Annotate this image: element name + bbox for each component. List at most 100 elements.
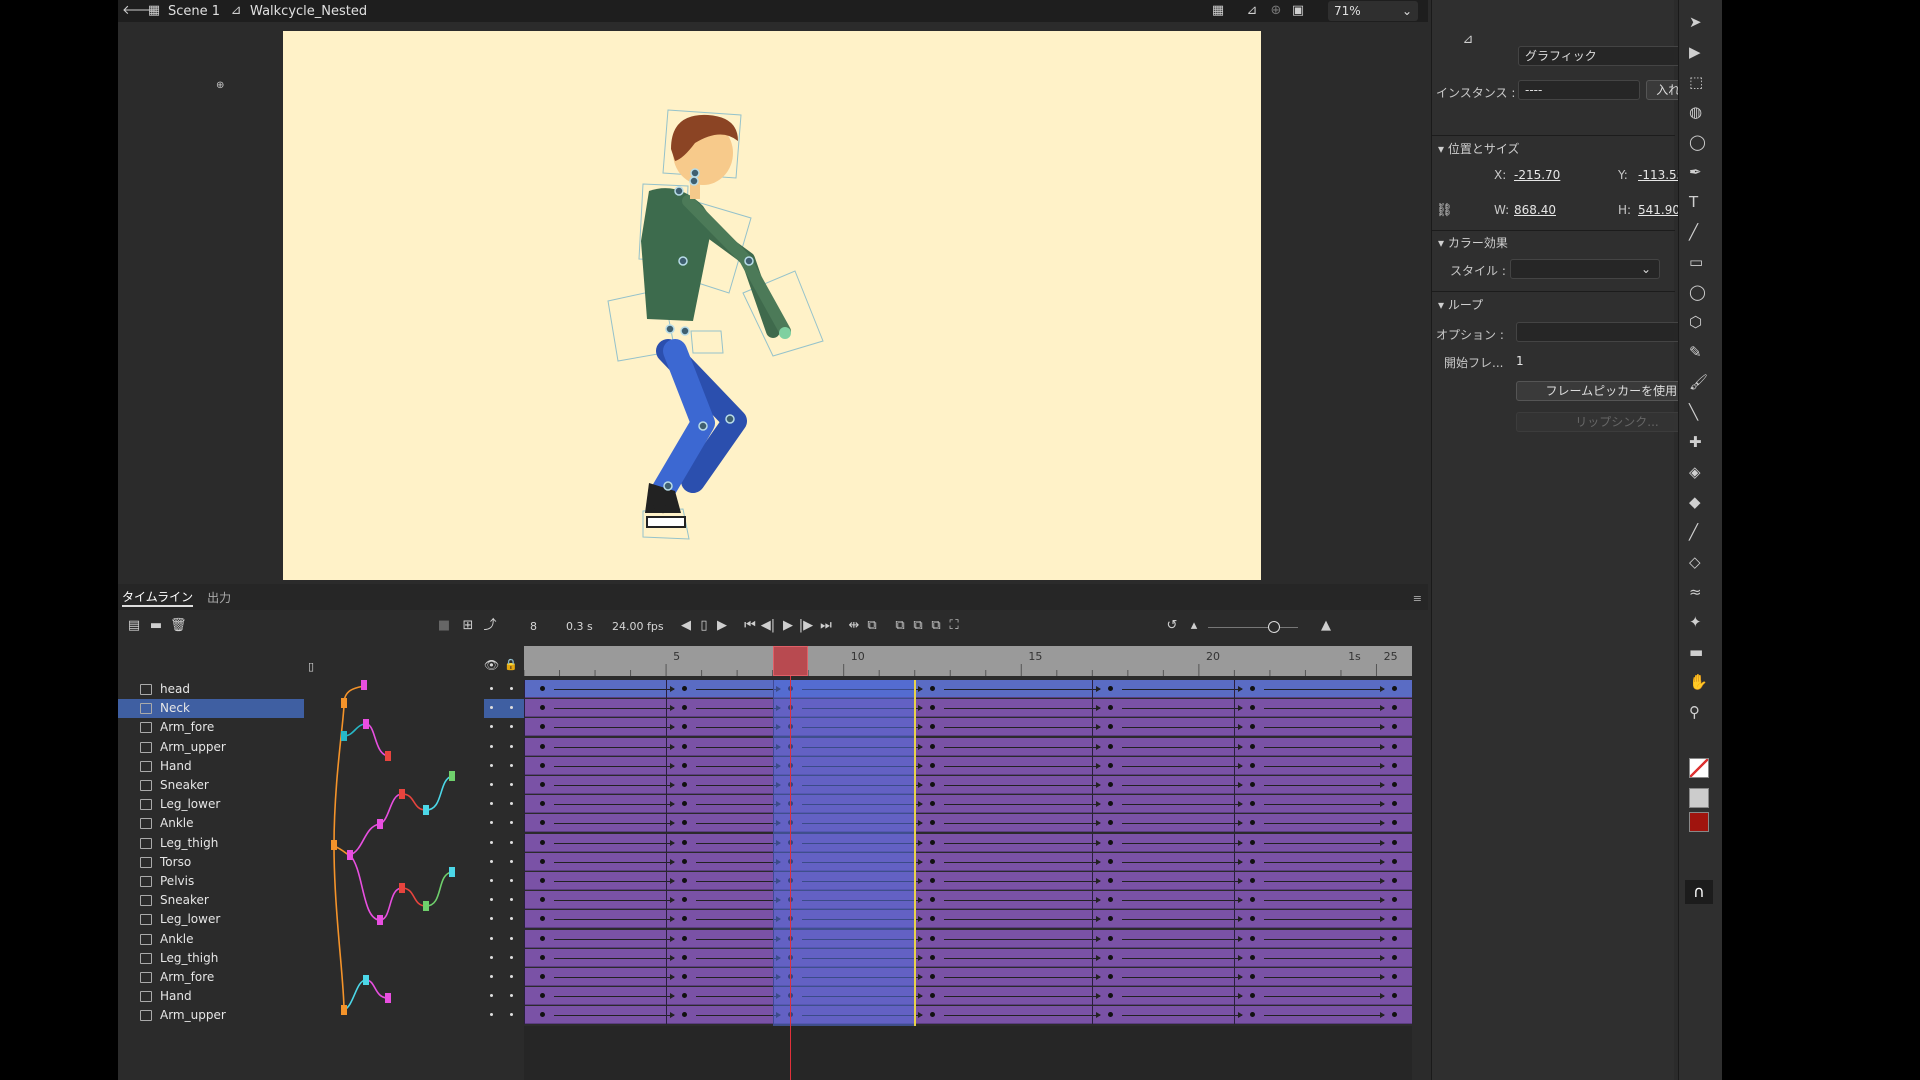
bone-tool-icon[interactable]: ✚ — [1689, 432, 1708, 452]
keyframe[interactable] — [539, 916, 545, 922]
instance-name-field[interactable]: ---- — [1518, 80, 1640, 100]
lock-icon[interactable]: 🔒 — [504, 658, 518, 671]
keyframe[interactable] — [1108, 801, 1114, 807]
keyframe[interactable] — [1108, 935, 1114, 941]
next-keyframe-icon[interactable]: ▶ — [714, 618, 730, 634]
previous-keyframe-icon[interactable]: ◀ — [678, 618, 694, 634]
keyframe[interactable] — [1250, 954, 1256, 960]
keyframe[interactable] — [1392, 897, 1398, 903]
keyframe[interactable] — [1392, 782, 1398, 787]
reset-icon[interactable]: ↺ — [1164, 618, 1180, 634]
keyframe[interactable] — [681, 724, 687, 730]
frame-row[interactable] — [524, 814, 1412, 833]
keyframe[interactable] — [681, 839, 687, 845]
layer-parenting-icon[interactable]: ⊞ — [460, 618, 476, 634]
play-icon[interactable]: ▶ — [780, 618, 796, 634]
layer-name[interactable]: Sneaker — [160, 778, 209, 792]
keyframe[interactable] — [930, 782, 936, 787]
layer-row[interactable]: Hand — [118, 987, 304, 1006]
keyframe[interactable] — [1250, 993, 1256, 999]
insert-keyframe-icon[interactable]: ▯ — [696, 618, 712, 634]
layer-visibility-toggles[interactable] — [484, 930, 524, 949]
x-value[interactable]: -215.70 — [1514, 168, 1560, 182]
layer-name[interactable]: Leg_thigh — [160, 836, 218, 850]
layer-row[interactable]: Arm_fore — [118, 718, 304, 737]
frame-row[interactable] — [524, 968, 1412, 986]
keyframe[interactable] — [1108, 839, 1114, 845]
keyframe[interactable] — [930, 935, 936, 941]
lasso-tool-icon[interactable]: ◯ — [1689, 132, 1708, 152]
layer-name[interactable]: Leg_thigh — [160, 951, 218, 965]
keyframe[interactable] — [681, 878, 687, 883]
frame-row[interactable] — [524, 891, 1412, 910]
keyframe[interactable] — [1108, 1012, 1114, 1018]
onion-skin-icon[interactable]: ⧉ — [864, 618, 880, 634]
keyframe[interactable] — [1108, 782, 1114, 787]
keyframe[interactable] — [681, 1012, 687, 1018]
keyframe[interactable] — [1250, 762, 1256, 768]
keyframe[interactable] — [1392, 686, 1398, 691]
keyframe[interactable] — [930, 974, 936, 979]
paint-brush-tool-icon[interactable]: 🖌 — [1689, 372, 1708, 392]
paste-frames-icon[interactable]: ⧉ — [928, 618, 944, 634]
frame-row[interactable] — [524, 795, 1412, 814]
symbol-breadcrumb[interactable]: ⊿ Walkcycle_Nested — [228, 3, 368, 19]
layer-row[interactable]: Torso — [118, 853, 304, 872]
frame-row[interactable] — [524, 756, 1412, 775]
loop-section[interactable]: ▾ ループ — [1438, 296, 1483, 313]
keyframe[interactable] — [930, 705, 936, 711]
keyframe[interactable] — [930, 839, 936, 845]
keyframe[interactable] — [1392, 1012, 1398, 1018]
frame-row[interactable] — [524, 718, 1412, 737]
selection-tool-icon[interactable]: ➤ — [1689, 12, 1708, 32]
keyframe[interactable] — [681, 743, 687, 749]
subselection-tool-icon[interactable]: ▶ — [1689, 42, 1708, 62]
keyframe[interactable] — [539, 801, 545, 807]
layer-name[interactable]: Hand — [160, 989, 192, 1003]
last-frame-icon[interactable]: ⏭ — [818, 618, 834, 634]
character-artwork[interactable] — [283, 31, 1261, 580]
frame-row[interactable] — [524, 910, 1412, 929]
keyframe[interactable] — [681, 993, 687, 999]
layer-name[interactable]: Arm_fore — [160, 970, 214, 984]
w-value[interactable]: 868.40 — [1514, 203, 1556, 217]
new-folder-icon[interactable]: ▬ — [148, 618, 164, 634]
step-back-icon[interactable]: ◀| — [760, 618, 776, 634]
selected-frame-span[interactable] — [772, 680, 915, 1026]
layer-row[interactable]: Hand — [118, 757, 304, 776]
layer-visibility-toggles[interactable] — [484, 834, 524, 853]
position-size-section[interactable]: ▾ 位置とサイズ — [1438, 140, 1519, 157]
fps-value[interactable]: 24.00 fps — [612, 620, 664, 633]
parent-view-toggle-icon[interactable]: ▯ — [308, 660, 314, 673]
zoom-select[interactable]: 71% ⌄ — [1328, 1, 1418, 21]
keyframe[interactable] — [930, 897, 936, 903]
frame-row[interactable] — [524, 852, 1412, 871]
keyframe[interactable] — [1108, 858, 1114, 864]
layer-visibility-toggles[interactable] — [484, 968, 524, 987]
playhead-line[interactable] — [790, 646, 792, 1080]
paint-bucket-tool-icon[interactable]: ◈ — [1689, 462, 1708, 482]
keyframe[interactable] — [1250, 743, 1256, 749]
rectangle-tool-icon[interactable]: ▭ — [1689, 252, 1708, 272]
keyframe[interactable] — [1250, 897, 1256, 903]
keyframe[interactable] — [930, 878, 936, 883]
keyframe[interactable] — [930, 743, 936, 749]
keyframe[interactable] — [539, 954, 545, 960]
oval-tool-icon[interactable]: ◯ — [1689, 282, 1708, 302]
h-value[interactable]: 541.90 — [1638, 203, 1680, 217]
layer-row[interactable]: Ankle — [118, 930, 304, 949]
keyframe[interactable] — [1392, 839, 1398, 845]
keyframe[interactable] — [681, 705, 687, 711]
zoom-out-icon[interactable]: ▴ — [1186, 618, 1202, 634]
keyframe[interactable] — [1392, 820, 1398, 826]
frame-row[interactable] — [524, 833, 1412, 852]
keyframe[interactable] — [681, 858, 687, 864]
layer-name[interactable]: Leg_lower — [160, 797, 220, 811]
layer-visibility-toggles[interactable] — [484, 872, 524, 891]
keyframe[interactable] — [681, 820, 687, 826]
layer-name[interactable]: Neck — [160, 701, 190, 715]
frame-row[interactable] — [524, 737, 1412, 756]
camera-tool-icon[interactable]: ▬ — [1689, 642, 1708, 662]
layer-name[interactable]: Ankle — [160, 816, 193, 830]
layer-name[interactable]: Ankle — [160, 932, 193, 946]
